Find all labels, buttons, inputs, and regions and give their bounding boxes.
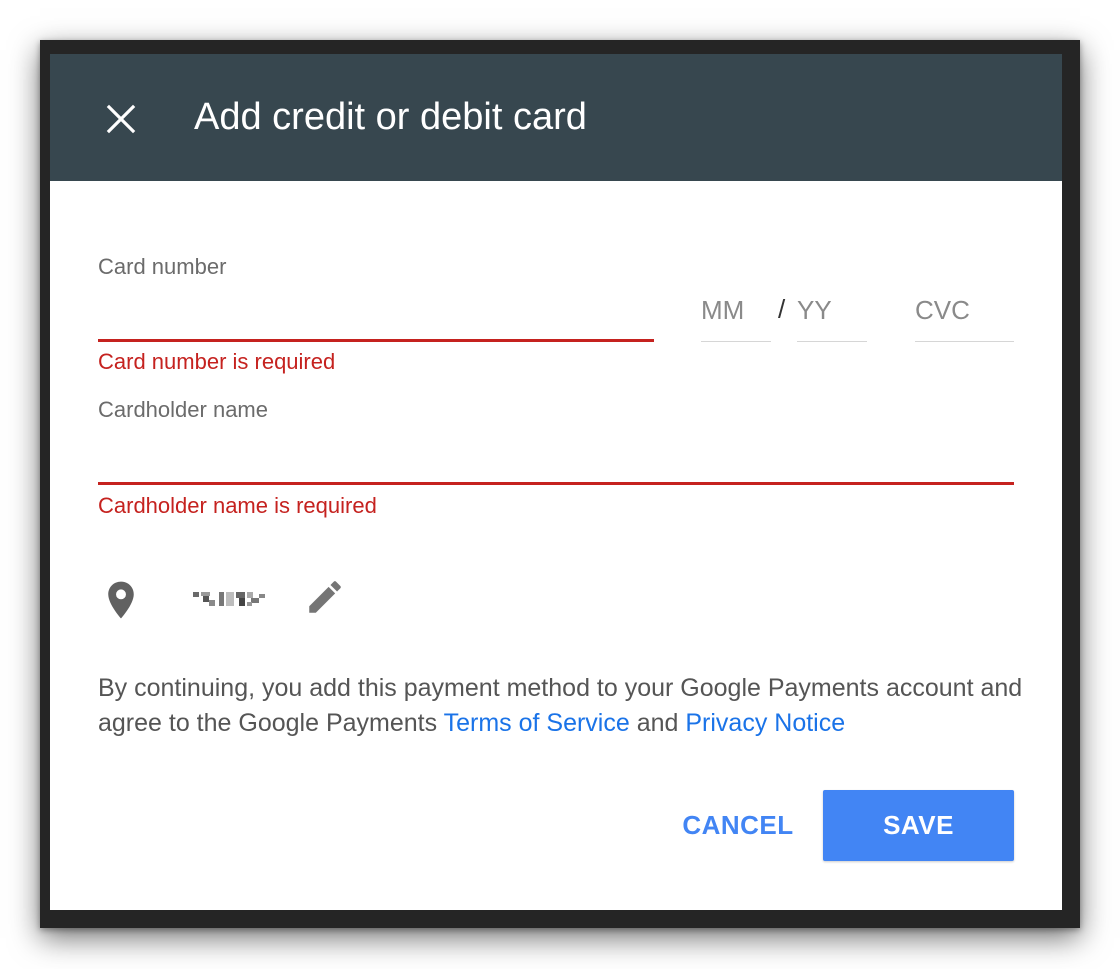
cardholder-name-label: Cardholder name: [98, 397, 268, 422]
cardholder-name-underline: [98, 482, 1014, 485]
dialog-title: Add credit or debit card: [194, 96, 587, 138]
edit-address-button[interactable]: [304, 576, 346, 618]
card-number-label: Card number: [98, 254, 227, 279]
add-card-dialog: Add credit or debit card Card number Car…: [50, 54, 1062, 910]
pencil-icon: [309, 581, 341, 613]
cvc-underline: [915, 341, 1014, 342]
expiry-month-input[interactable]: [701, 292, 771, 328]
notice-and-text: and: [629, 709, 686, 737]
terms-of-service-link[interactable]: Terms of Service: [444, 709, 630, 737]
expiry-year-input[interactable]: [797, 292, 867, 328]
address-redacted-image: [193, 592, 265, 606]
terms-notice: By continuing, you add this payment meth…: [98, 671, 1038, 741]
card-number-underline: [98, 339, 654, 342]
expiry-year-underline: [797, 341, 867, 342]
close-icon: [106, 104, 136, 134]
save-button[interactable]: SAVE: [823, 790, 1014, 861]
expiry-separator: /: [778, 294, 786, 324]
close-button[interactable]: [100, 98, 142, 140]
location-pin-icon: [108, 581, 134, 619]
expiry-month-underline: [701, 341, 771, 342]
card-number-input[interactable]: [98, 292, 654, 336]
cvc-input[interactable]: [915, 292, 1014, 328]
cardholder-name-input[interactable]: [98, 436, 1014, 480]
privacy-notice-link[interactable]: Privacy Notice: [685, 709, 845, 737]
card-number-error: Card number is required: [98, 349, 336, 374]
cardholder-name-error: Cardholder name is required: [98, 493, 377, 518]
dialog-header: Add credit or debit card: [50, 54, 1062, 181]
cancel-button[interactable]: CANCEL: [670, 790, 806, 860]
